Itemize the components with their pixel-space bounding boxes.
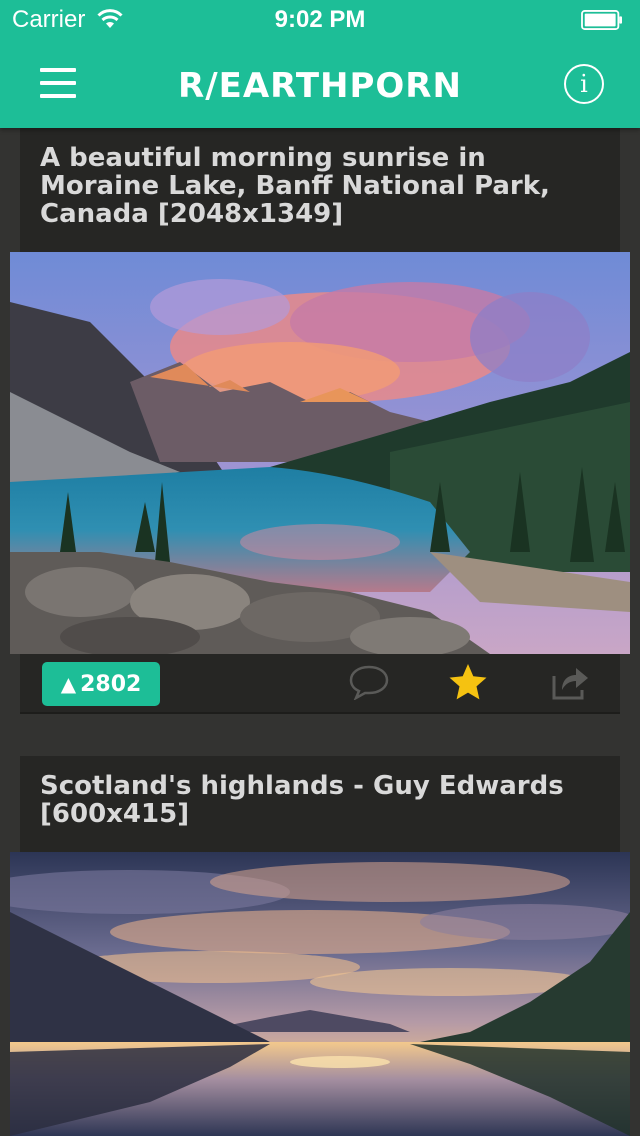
status-time: 9:02 PM xyxy=(274,6,366,33)
up-arrow-icon: ▲ xyxy=(60,672,77,696)
battery-icon xyxy=(581,10,622,30)
navigation-bar: R/EARTHPORN i xyxy=(0,40,640,128)
status-bar: Carrier 9:02 PM xyxy=(0,0,640,40)
post-title-2[interactable]: Scotland's highlands - Guy Edwards [600x… xyxy=(20,756,620,852)
info-circle-icon[interactable]: i xyxy=(564,64,604,104)
post-title-1[interactable]: A beautiful morning sunrise in Moraine L… xyxy=(20,128,620,252)
upvote-count: 2802 xyxy=(80,671,142,697)
post-image-scotland-highlands[interactable] xyxy=(10,852,630,1136)
comment-bubble-icon[interactable] xyxy=(348,664,390,700)
app-header: Carrier 9:02 PM R/EARTHPORN i xyxy=(0,0,640,128)
star-favorite-icon[interactable] xyxy=(448,662,488,702)
upvote-button[interactable]: ▲ 2802 xyxy=(42,662,160,706)
post-image-moraine-lake[interactable] xyxy=(10,252,630,654)
page-title: R/EARTHPORN xyxy=(178,66,462,106)
share-icon[interactable] xyxy=(548,662,590,702)
post-actions-bar: ▲ 2802 xyxy=(20,654,620,714)
